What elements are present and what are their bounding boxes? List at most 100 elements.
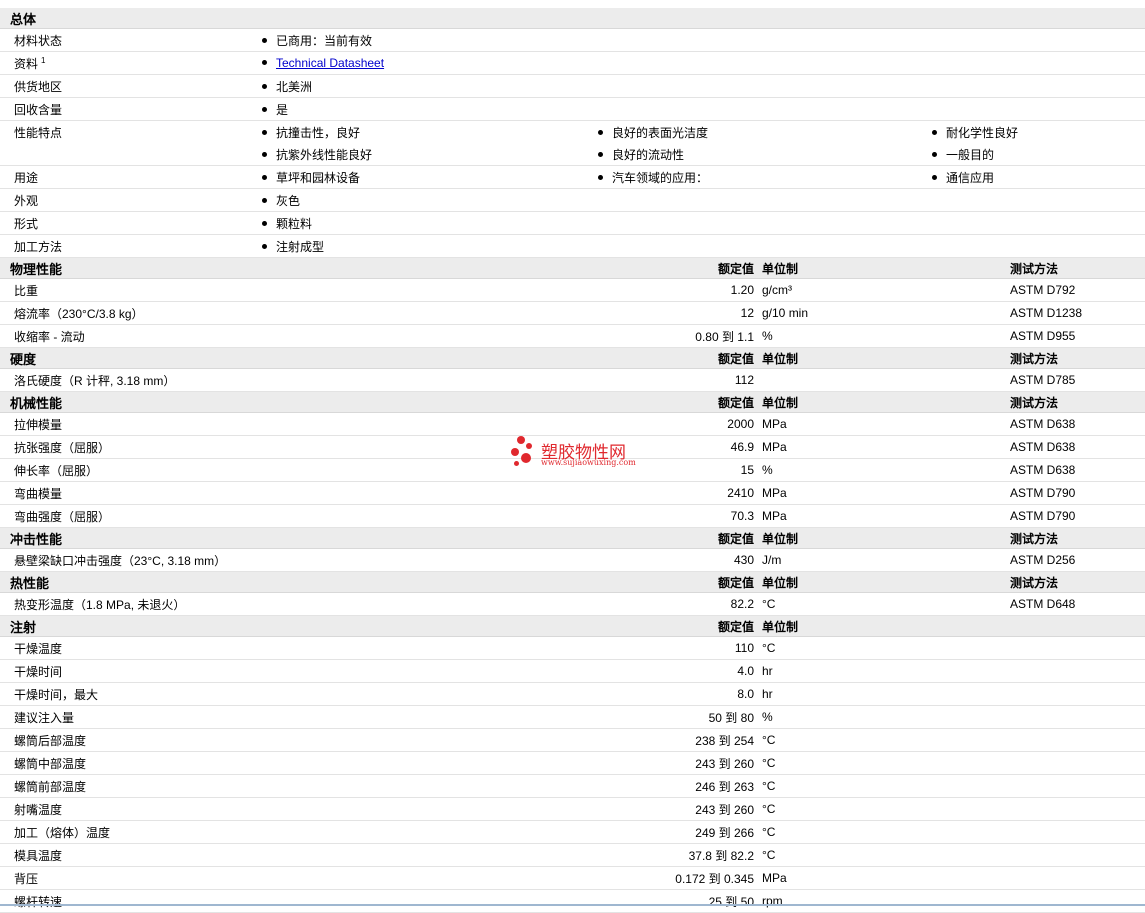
- header-method: 测试方法: [1008, 391, 1145, 413]
- row-label: 加工方法: [14, 239, 63, 254]
- header-method: 测试方法: [1008, 258, 1145, 279]
- feature-item: 良好的表面光洁度: [612, 125, 709, 140]
- general-value-cell: 良好的表面光洁度: [584, 121, 918, 144]
- property-row: 螺筒后部温度 238 到 254 °C: [0, 728, 1145, 752]
- property-name: 背压: [0, 866, 248, 890]
- property-unit: °C: [758, 751, 1008, 775]
- header-unit: 单位制: [758, 527, 1008, 549]
- feature-item: 注射成型: [276, 239, 325, 254]
- property-row: 抗张强度（屈服） 46.9 MPa ASTM D638: [0, 435, 1145, 459]
- general-row-label: 性能特点: [0, 121, 248, 144]
- bullet-icon: [262, 60, 267, 66]
- test-method: ASTM D785: [1008, 368, 1145, 392]
- bullet-icon: [262, 243, 267, 249]
- property-value: 46.9: [248, 435, 758, 459]
- property-row: 射嘴温度 243 到 260 °C: [0, 797, 1145, 821]
- general-row: 加工方法 注射成型: [0, 234, 1145, 258]
- bullet-icon: [598, 174, 603, 180]
- bullet-icon: [262, 106, 267, 112]
- property-row: 比重 1.20 g/cm³ ASTM D792: [0, 278, 1145, 302]
- property-unit: °C: [758, 774, 1008, 798]
- feature-item: 已商用：当前有效: [276, 33, 373, 48]
- property-name: 热变形温度（1.8 MPa, 未退火）: [0, 592, 248, 616]
- test-method: [1008, 728, 1145, 752]
- feature-item: 汽车领域的应用：: [612, 170, 709, 185]
- bullet-icon: [598, 151, 603, 157]
- property-row: 干燥时间，最大 8.0 hr: [0, 682, 1145, 706]
- row-label: 外观: [14, 193, 39, 208]
- bullet-icon: [262, 174, 267, 180]
- general-value-cell: Technical Datasheet: [248, 51, 584, 75]
- general-row: 材料状态 已商用：当前有效: [0, 28, 1145, 52]
- header-value: 额定值: [248, 571, 758, 593]
- property-value: 8.0: [248, 682, 758, 706]
- property-row: 洛氏硬度（R 计秤, 3.18 mm） 112 ASTM D785: [0, 368, 1145, 392]
- general-value-cell: [584, 28, 918, 52]
- property-value: 430: [248, 548, 758, 572]
- property-row: 熔流率（230°C/3.8 kg） 12 g/10 min ASTM D1238: [0, 301, 1145, 325]
- property-row: 弯曲强度（屈服） 70.3 MPa ASTM D790: [0, 504, 1145, 528]
- test-method: ASTM D648: [1008, 592, 1145, 616]
- header-unit: 单位制: [758, 571, 1008, 593]
- property-unit: %: [758, 324, 1008, 348]
- header-unit: 单位制: [758, 258, 1008, 279]
- property-value: 243 到 260: [248, 751, 758, 775]
- property-value: 37.8 到 82.2: [248, 843, 758, 867]
- test-method: ASTM D638: [1008, 435, 1145, 459]
- test-method: [1008, 659, 1145, 683]
- property-name: 弯曲强度（屈服）: [0, 504, 248, 528]
- general-value-cell: 颗粒料: [248, 211, 584, 235]
- section-title: 物理性能: [0, 258, 248, 279]
- bullet-icon: [262, 151, 267, 157]
- general-value-cell: [918, 28, 1145, 52]
- property-name: 射嘴温度: [0, 797, 248, 821]
- feature-item: 抗撞击性，良好: [276, 125, 361, 140]
- test-method: ASTM D256: [1008, 548, 1145, 572]
- property-value: 25 到 50: [248, 889, 758, 913]
- feature-item: 良好的流动性: [612, 147, 685, 162]
- feature-item: 颗粒料: [276, 216, 313, 231]
- general-value-cell: 耐化学性良好: [918, 121, 1145, 144]
- bullet-icon: [262, 129, 267, 135]
- test-method: ASTM D638: [1008, 458, 1145, 482]
- general-row: 抗紫外线性能良好 良好的流动性 一般目的: [0, 143, 1145, 166]
- property-value: 246 到 263: [248, 774, 758, 798]
- test-method: ASTM D792: [1008, 278, 1145, 302]
- general-row-label: 外观: [0, 188, 248, 212]
- property-row: 模具温度 37.8 到 82.2 °C: [0, 843, 1145, 867]
- header-method: 测试方法: [1008, 571, 1145, 593]
- property-unit: °C: [758, 820, 1008, 844]
- general-value-cell: 草坪和园林设备: [248, 165, 584, 189]
- test-method: [1008, 751, 1145, 775]
- property-unit: °C: [758, 636, 1008, 660]
- general-row-label: 用途: [0, 165, 248, 189]
- footnote-marker: 1: [41, 55, 46, 65]
- feature-item: 抗紫外线性能良好: [276, 147, 373, 162]
- technical-datasheet-link[interactable]: Technical Datasheet: [276, 56, 384, 70]
- property-row: 背压 0.172 到 0.345 MPa: [0, 866, 1145, 890]
- header-value: 额定值: [248, 527, 758, 549]
- property-name: 加工（熔体）温度: [0, 820, 248, 844]
- header-value: 额定值: [248, 391, 758, 413]
- property-name: 建议注入量: [0, 705, 248, 729]
- feature-item: 草坪和园林设备: [276, 170, 361, 185]
- property-unit: [758, 368, 1008, 392]
- property-row: 螺筒中部温度 243 到 260 °C: [0, 751, 1145, 775]
- property-value: 12: [248, 301, 758, 325]
- properties-table: 物理性能 额定值 单位制 测试方法 比重 1.20 g/cm³ ASTM D792 熔流率（23…: [0, 258, 1145, 913]
- general-row-label: 材料状态: [0, 28, 248, 52]
- header-value: 额定值: [248, 615, 758, 637]
- feature-item: 北美洲: [276, 79, 313, 94]
- general-value-cell: 抗紫外线性能良好: [248, 143, 584, 166]
- bullet-icon: [932, 151, 937, 157]
- property-name: 弯曲模量: [0, 481, 248, 505]
- test-method: [1008, 705, 1145, 729]
- test-method: [1008, 774, 1145, 798]
- property-name: 干燥时间: [0, 659, 248, 683]
- section-header: 机械性能 额定值 单位制 测试方法: [0, 391, 1145, 413]
- datasheet-table: 总体 材料状态 已商用：当前有效 资料 1 Technical Datasheet 供货地区…: [0, 8, 1145, 258]
- general-row: 供货地区 北美洲: [0, 74, 1145, 98]
- test-method: ASTM D790: [1008, 504, 1145, 528]
- row-label: 回收含量: [14, 102, 63, 117]
- general-row-label: 供货地区: [0, 74, 248, 98]
